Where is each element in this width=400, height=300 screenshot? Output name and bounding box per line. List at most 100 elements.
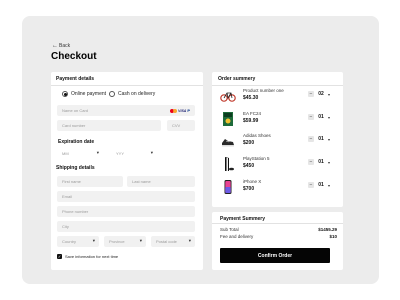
radio-label: Online payment	[71, 91, 107, 97]
chevron-down-icon[interactable]: ▾	[328, 160, 330, 165]
placeholder: Phone number	[62, 209, 89, 214]
minus-button[interactable]: −	[308, 91, 314, 97]
item-price: $450	[243, 163, 255, 169]
list-item: iPhone X $700 − 01 ▾	[220, 179, 336, 199]
chevron-down-icon: ▾	[139, 238, 142, 243]
placeholder: Name on Card	[62, 108, 89, 113]
item-name: PlayStation 5	[243, 156, 270, 161]
chevron-down-icon[interactable]: ▾	[328, 92, 330, 97]
list-item: EA FC24 $59.99 − 01 ▾	[220, 111, 336, 131]
save-info-label: Save information for next time	[65, 254, 119, 259]
quantity-stepper[interactable]: − 01 ▾	[308, 136, 330, 142]
quantity-value: 01	[318, 136, 324, 142]
placeholder: Card number	[62, 123, 86, 128]
list-item: Adidas Shoes $200 − 01 ▾	[220, 133, 336, 153]
quantity-stepper[interactable]: − 01 ▾	[308, 159, 330, 165]
name-on-card-field[interactable]: Name on Card VISA P	[57, 105, 195, 116]
phone-field[interactable]: Phone number	[57, 206, 195, 217]
order-summary-heading: Order summery	[218, 76, 256, 82]
item-price: $45.30	[243, 95, 259, 101]
confirm-order-button[interactable]: Confirm Order	[220, 248, 330, 263]
divider	[212, 223, 343, 224]
chevron-down-icon: ▾	[92, 238, 95, 243]
city-field[interactable]: City	[57, 221, 195, 232]
chevron-down-icon[interactable]: ▾	[328, 115, 330, 120]
placeholder: Last name	[132, 179, 151, 184]
item-name: Adidas Shoes	[243, 133, 271, 138]
placeholder: City	[62, 224, 69, 229]
subtotal-label: Sub Total	[220, 227, 239, 232]
item-name: Product number one	[243, 88, 284, 93]
placeholder: Postal code	[156, 239, 177, 244]
check-icon: ✓	[57, 253, 62, 259]
quantity-value: 01	[318, 182, 324, 188]
card-brands: VISA P	[170, 108, 190, 113]
chevron-down-icon[interactable]: ▾	[328, 137, 330, 142]
placeholder: Province	[109, 239, 125, 244]
fee-label: Fee and delivery	[220, 234, 254, 239]
radio-unselected-icon	[109, 91, 115, 97]
item-price: $700	[243, 186, 255, 192]
placeholder: Country	[62, 239, 77, 244]
list-item: PlayStation 5 $450 − 01 ▾	[220, 156, 336, 176]
fee-value: $10	[329, 234, 337, 239]
phone-icon	[224, 180, 232, 194]
placeholder: YYY	[116, 151, 125, 156]
placeholder: CVV	[172, 123, 181, 128]
radio-selected-icon	[62, 91, 68, 97]
last-name-field[interactable]: Last name	[127, 176, 195, 187]
item-price: $200	[243, 140, 255, 146]
placeholder: Email	[62, 194, 73, 199]
minus-button[interactable]: −	[308, 136, 314, 142]
chevron-down-icon: ▾	[96, 150, 99, 155]
minus-button[interactable]: −	[308, 114, 314, 120]
bicycle-icon	[220, 92, 236, 102]
quantity-value: 01	[318, 114, 324, 120]
subtotal-value: $1455.29	[318, 227, 337, 232]
year-select[interactable]: YYY ▾	[111, 148, 157, 159]
back-label: Back	[59, 43, 71, 49]
paypal-icon: P	[187, 108, 190, 113]
divider	[212, 85, 343, 86]
quantity-stepper[interactable]: − 01 ▾	[308, 182, 330, 188]
postal-code-select[interactable]: Postal code ▾	[151, 236, 195, 247]
fee-row: Fee and delivery $10	[220, 234, 337, 239]
first-name-field[interactable]: First name	[57, 176, 123, 187]
chevron-down-icon: ▾	[150, 150, 153, 155]
placeholder: MM	[62, 151, 69, 156]
back-link[interactable]: ← Back	[52, 43, 70, 49]
country-select[interactable]: Country ▾	[57, 236, 99, 247]
game-cover-icon	[223, 112, 233, 126]
chevron-down-icon: ▾	[188, 238, 191, 243]
item-price: $59.99	[243, 118, 259, 124]
item-name: EA FC24	[243, 111, 262, 116]
month-select[interactable]: MM ▾	[57, 148, 103, 159]
radio-cash-on-delivery[interactable]: Cash on delivery	[109, 91, 155, 97]
divider	[51, 85, 203, 86]
minus-button[interactable]: −	[308, 159, 314, 165]
cvv-field[interactable]: CVV	[167, 120, 195, 131]
province-select[interactable]: Province ▾	[104, 236, 146, 247]
payment-details-heading: Payment details	[56, 76, 95, 82]
visa-icon: VISA	[178, 108, 187, 113]
radio-online-payment[interactable]: Online payment	[62, 91, 106, 97]
quantity-stepper[interactable]: − 01 ▾	[308, 114, 330, 120]
page-title: Checkout	[51, 51, 97, 62]
quantity-value: 02	[318, 91, 324, 97]
radio-label: Cash on delivery	[118, 91, 156, 97]
list-item: Product number one $45.30 − 02 ▾	[220, 88, 336, 108]
chevron-down-icon[interactable]: ▾	[328, 183, 330, 188]
item-name: iPhone X	[243, 179, 262, 184]
minus-button[interactable]: −	[308, 182, 314, 188]
quantity-stepper[interactable]: − 02 ▾	[308, 91, 330, 97]
card-number-field[interactable]: Card number	[57, 120, 161, 131]
console-icon	[225, 157, 234, 171]
payment-summary-heading: Payment Summery	[220, 216, 266, 222]
quantity-value: 01	[318, 159, 324, 165]
save-info-checkbox[interactable]: ✓ Save information for next time	[57, 254, 118, 259]
arrow-left-icon: ←	[52, 43, 58, 49]
email-field[interactable]: Email	[57, 191, 195, 202]
shoe-icon	[222, 139, 234, 147]
shipping-details-heading: Shipping details	[56, 165, 95, 171]
expiration-heading: Expiration date	[58, 139, 95, 145]
